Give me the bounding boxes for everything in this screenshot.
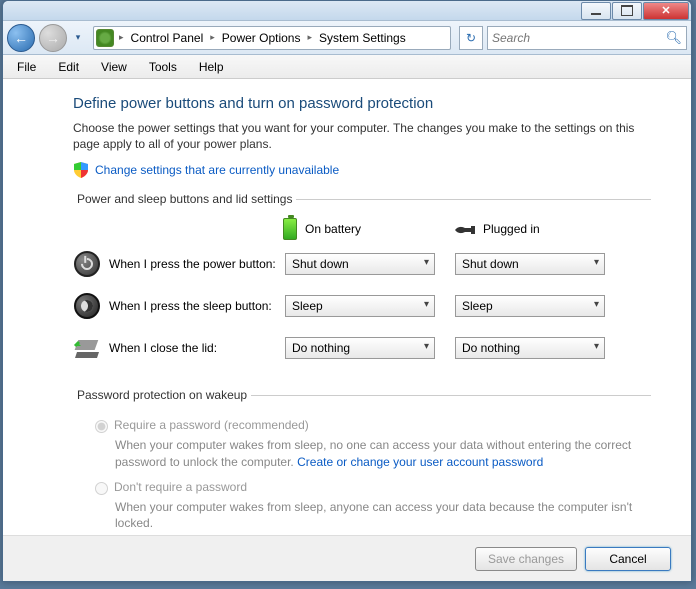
row-sleep-button: When I press the sleep button: Sleep Sle… [73,292,651,320]
maximize-button[interactable] [612,2,642,20]
lid-plugged-select[interactable]: Do nothing [455,337,605,359]
navigation-bar: ← → ▾ ▸ Control Panel ▸ Power Options ▸ … [3,21,691,55]
radio-dont-require-password-input [95,482,108,495]
radio-require-password-input [95,420,108,433]
save-changes-button[interactable]: Save changes [475,547,577,571]
minimize-button[interactable] [581,2,611,20]
dont-require-password-description: When your computer wakes from sleep, any… [115,499,651,531]
sleep-button-icon [73,292,101,320]
battery-icon [283,218,297,240]
titlebar [3,1,691,21]
lid-icon [73,334,101,362]
page-description: Choose the power settings that you want … [73,120,651,152]
require-password-description: When your computer wakes from sleep, no … [115,437,651,469]
breadcrumb-power-options[interactable]: Power Options [218,27,305,49]
power-button-icon [73,250,101,278]
breadcrumb-control-panel[interactable]: Control Panel [127,27,208,49]
power-plan-icon [96,29,114,47]
close-button[interactable] [643,2,689,20]
shield-icon [73,162,89,178]
column-label: Plugged in [483,222,540,236]
radio-label: Require a password (recommended) [114,418,309,432]
row-label: When I press the power button: [109,257,285,271]
row-label: When I close the lid: [109,341,285,355]
cancel-button[interactable]: Cancel [585,547,671,571]
search-icon: 🔍︎ [665,30,682,46]
back-button[interactable]: ← [7,24,35,52]
column-label: On battery [305,222,361,236]
menu-help[interactable]: Help [189,58,234,76]
forward-button[interactable]: → [39,24,67,52]
plug-icon [453,223,475,235]
page-title: Define power buttons and turn on passwor… [73,95,651,112]
column-plugged-in: Plugged in [453,218,603,240]
fieldset-power-sleep-lid: Power and sleep buttons and lid settings… [73,192,651,376]
menu-bar: File Edit View Tools Help [3,55,691,79]
sleep-button-battery-select[interactable]: Sleep [285,295,435,317]
refresh-button[interactable]: ↻ [459,26,483,50]
radio-dont-require-password: Don't require a password [95,480,651,495]
row-label: When I press the sleep button: [109,299,285,313]
chevron-right-icon: ▸ [304,32,315,43]
row-power-button: When I press the power button: Shut down… [73,250,651,278]
lid-battery-select[interactable]: Do nothing [285,337,435,359]
search-box[interactable]: 🔍︎ [487,26,687,50]
content-area: Define power buttons and turn on passwor… [3,79,691,535]
radio-label: Don't require a password [114,480,247,494]
power-button-battery-select[interactable]: Shut down [285,253,435,275]
fieldset-legend: Power and sleep buttons and lid settings [73,192,296,206]
menu-file[interactable]: File [7,58,46,76]
column-on-battery: On battery [283,218,433,240]
menu-view[interactable]: View [91,58,137,76]
change-settings-link[interactable]: Change settings that are currently unava… [95,163,339,177]
sleep-button-plugged-select[interactable]: Sleep [455,295,605,317]
fieldset-password-protection: Password protection on wakeup Require a … [73,388,651,535]
window: ← → ▾ ▸ Control Panel ▸ Power Options ▸ … [2,0,692,582]
radio-require-password: Require a password (recommended) [95,418,651,433]
create-password-link[interactable]: Create or change your user account passw… [297,455,543,469]
breadcrumb-system-settings[interactable]: System Settings [315,27,410,49]
fieldset-legend: Password protection on wakeup [73,388,251,402]
history-dropdown[interactable]: ▾ [71,29,85,47]
breadcrumb[interactable]: ▸ Control Panel ▸ Power Options ▸ System… [93,26,451,50]
power-button-plugged-select[interactable]: Shut down [455,253,605,275]
menu-tools[interactable]: Tools [139,58,187,76]
chevron-right-icon: ▸ [207,32,218,43]
row-close-lid: When I close the lid: Do nothing Do noth… [73,334,651,362]
chevron-right-icon: ▸ [116,32,127,43]
menu-edit[interactable]: Edit [48,58,89,76]
footer: Save changes Cancel [3,535,691,581]
search-input[interactable] [492,31,665,45]
